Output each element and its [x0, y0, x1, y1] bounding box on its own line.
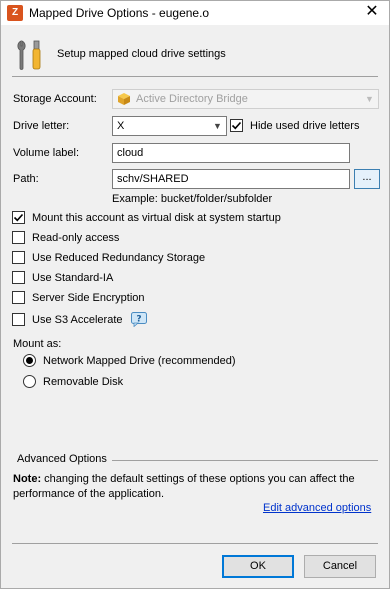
title-bar[interactable]: Z Mapped Drive Options - eugene.o ✕ [1, 1, 389, 25]
footer-divider [12, 543, 378, 544]
storage-account-value: Active Directory Bridge [136, 93, 248, 105]
advanced-note: Note: changing the default settings of t… [13, 472, 379, 502]
path-input[interactable]: schv/SHARED [112, 169, 350, 189]
mount-as-label: Mount as: [13, 338, 62, 350]
chevron-down-icon: ▼ [213, 121, 222, 131]
drive-letter-label: Drive letter: [13, 120, 70, 132]
checkbox-box[interactable] [12, 211, 25, 224]
note-text: changing the default settings of these o… [13, 473, 355, 500]
cancel-button[interactable]: Cancel [304, 555, 376, 578]
hide-used-checkbox[interactable]: Hide used drive letters [230, 119, 359, 132]
checkmark-icon [13, 213, 24, 222]
path-label: Path: [13, 173, 39, 185]
checkbox-box[interactable] [12, 291, 25, 304]
header-divider [12, 76, 378, 77]
hide-used-label: Hide used drive letters [250, 119, 360, 132]
help-icon[interactable]: ? [130, 312, 147, 327]
edit-advanced-options-link[interactable]: Edit advanced options [263, 502, 371, 514]
chevron-down-icon: ▼ [365, 94, 374, 104]
drive-letter-select[interactable]: X ▼ [112, 116, 227, 136]
advanced-divider [112, 460, 378, 461]
option-read-only[interactable]: Read-only access [12, 231, 119, 244]
checkbox-box[interactable] [12, 313, 25, 326]
option-server-side-encryption[interactable]: Server Side Encryption [12, 291, 145, 304]
radio-dot [26, 357, 33, 364]
radio-label: Network Mapped Drive (recommended) [43, 354, 236, 367]
checkbox-box[interactable] [12, 251, 25, 264]
window-title: Mapped Drive Options - eugene.o [29, 6, 210, 20]
option-reduced-redundancy[interactable]: Use Reduced Redundancy Storage [12, 251, 205, 264]
radio-button[interactable] [23, 354, 36, 367]
volume-label-input[interactable]: cloud [112, 143, 350, 163]
radio-removable-disk[interactable]: Removable Disk [23, 375, 123, 388]
radio-button[interactable] [23, 375, 36, 388]
option-label: Read-only access [32, 231, 120, 244]
drive-letter-value: X [117, 120, 125, 132]
dialog-window: Z Mapped Drive Options - eugene.o ✕ Setu… [0, 0, 390, 589]
checkbox-box[interactable] [230, 119, 243, 132]
checkbox-box[interactable] [12, 231, 25, 244]
close-icon[interactable]: ✕ [355, 1, 389, 25]
advanced-options-title: Advanced Options [17, 453, 107, 465]
option-mount-at-startup[interactable]: Mount this account as virtual disk at sy… [12, 211, 281, 224]
header-text: Setup mapped cloud drive settings [57, 48, 226, 60]
ok-button[interactable]: OK [222, 555, 294, 578]
tools-icon [17, 40, 41, 70]
option-label: Use S3 Accelerate [32, 313, 123, 326]
svg-text:?: ? [136, 315, 141, 325]
option-standard-ia[interactable]: Use Standard-IA [12, 271, 113, 284]
storage-account-label: Storage Account: [13, 93, 97, 105]
note-label: Note: [13, 473, 42, 485]
checkbox-box[interactable] [12, 271, 25, 284]
cube-icon [118, 93, 130, 105]
app-logo-icon: Z [7, 5, 23, 21]
radio-label: Removable Disk [43, 375, 124, 388]
storage-account-select[interactable]: Active Directory Bridge ▼ [112, 89, 379, 109]
path-example-text: Example: bucket/folder/subfolder [112, 193, 273, 205]
browse-button[interactable]: ... [354, 169, 380, 189]
option-label: Use Reduced Redundancy Storage [32, 251, 206, 264]
option-label: Use Standard-IA [32, 271, 114, 284]
volume-label-label: Volume label: [13, 147, 80, 159]
option-s3-accelerate[interactable]: Use S3 Accelerate ? [12, 312, 147, 327]
option-label: Server Side Encryption [32, 291, 145, 304]
option-label: Mount this account as virtual disk at sy… [32, 211, 281, 224]
checkmark-icon [231, 121, 242, 130]
radio-network-drive[interactable]: Network Mapped Drive (recommended) [23, 354, 236, 367]
